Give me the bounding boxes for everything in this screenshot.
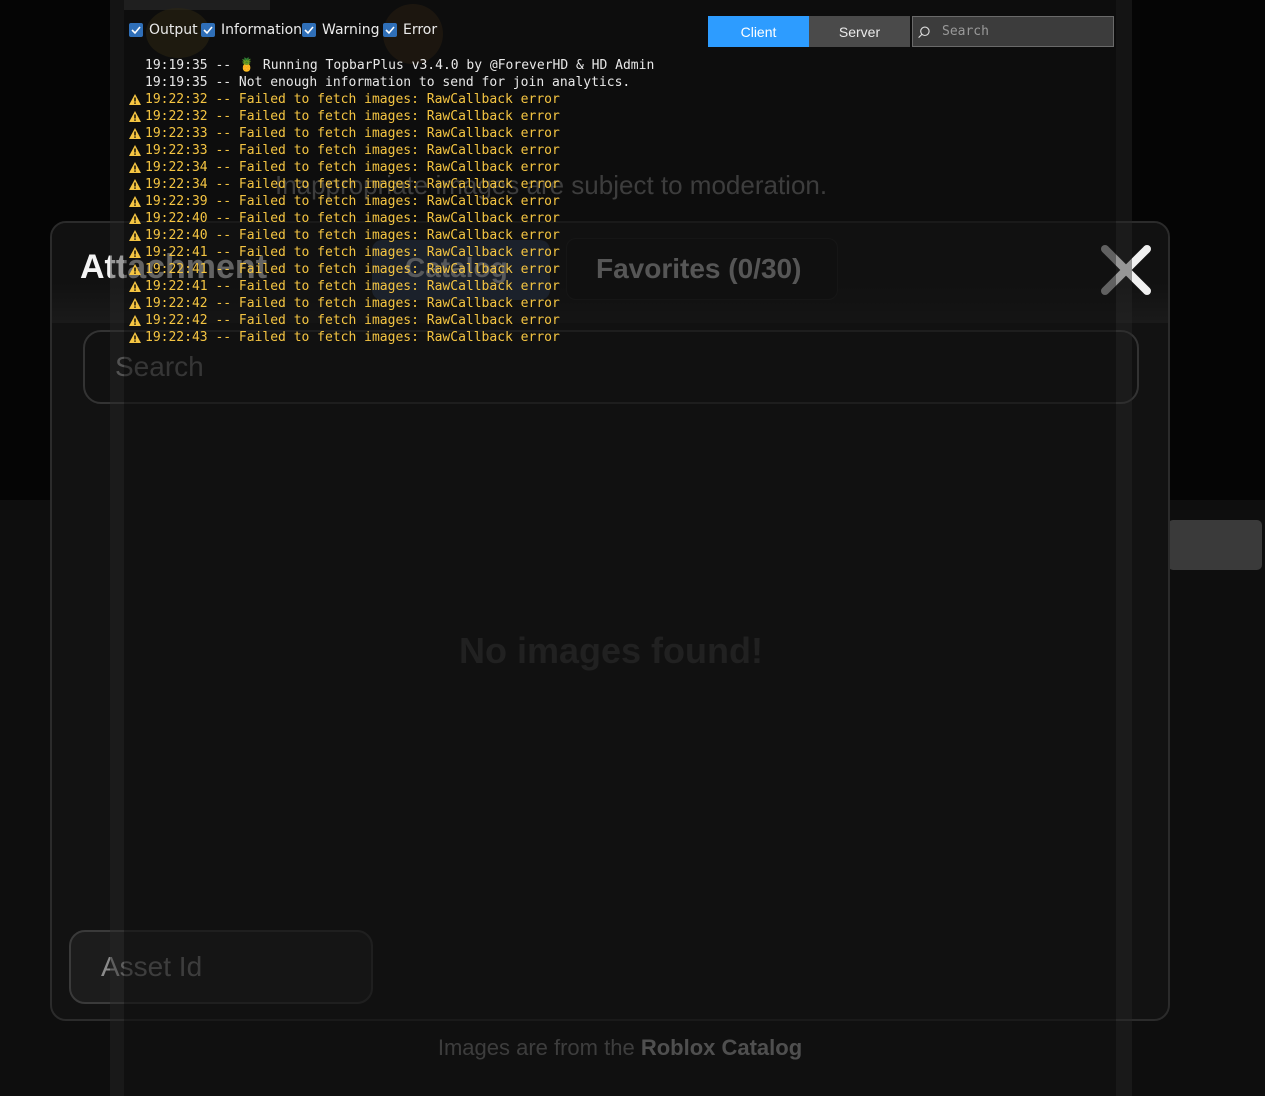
log-line: 19:22:42 -- Failed to fetch images: RawC… bbox=[128, 295, 1028, 312]
log-line: 19:22:42 -- Failed to fetch images: RawC… bbox=[128, 312, 1028, 329]
console-search-input[interactable] bbox=[934, 23, 1113, 40]
warning-icon bbox=[128, 227, 145, 244]
warning-icon bbox=[128, 176, 145, 193]
warning-icon bbox=[128, 91, 145, 108]
log-text: 19:22:34 -- Failed to fetch images: RawC… bbox=[145, 160, 560, 175]
checkbox-checked-icon[interactable] bbox=[383, 23, 397, 37]
warning-icon bbox=[128, 329, 145, 346]
console-log: 19:19:35 -- 🍍 Running TopbarPlus v3.4.0 … bbox=[128, 57, 1028, 346]
warning-icon bbox=[128, 312, 145, 329]
warning-icon bbox=[128, 193, 145, 210]
log-text: 19:22:32 -- Failed to fetch images: RawC… bbox=[145, 92, 560, 107]
log-line: 19:22:40 -- Failed to fetch images: RawC… bbox=[128, 227, 1028, 244]
log-text: 19:22:33 -- Failed to fetch images: RawC… bbox=[145, 126, 560, 141]
log-text: 19:22:39 -- Failed to fetch images: RawC… bbox=[145, 194, 560, 209]
log-indent bbox=[128, 74, 145, 91]
log-text: 19:22:33 -- Failed to fetch images: RawC… bbox=[145, 143, 560, 158]
filter-output[interactable]: Output bbox=[129, 22, 198, 38]
checkbox-checked-icon[interactable] bbox=[129, 23, 143, 37]
log-line: 19:22:40 -- Failed to fetch images: RawC… bbox=[128, 210, 1028, 227]
log-line: 19:22:34 -- Failed to fetch images: RawC… bbox=[128, 176, 1028, 193]
client-button[interactable]: Client bbox=[708, 16, 809, 47]
console-search[interactable] bbox=[912, 16, 1114, 47]
log-line: 19:19:35 -- Not enough information to se… bbox=[128, 74, 1028, 91]
log-line: 19:22:39 -- Failed to fetch images: RawC… bbox=[128, 193, 1028, 210]
log-line: 19:22:33 -- Failed to fetch images: RawC… bbox=[128, 125, 1028, 142]
log-line: 19:22:32 -- Failed to fetch images: RawC… bbox=[128, 108, 1028, 125]
log-text: 19:22:42 -- Failed to fetch images: RawC… bbox=[145, 296, 560, 311]
log-line: 19:22:41 -- Failed to fetch images: RawC… bbox=[128, 278, 1028, 295]
warning-icon bbox=[128, 142, 145, 159]
warning-icon bbox=[128, 159, 145, 176]
warning-icon bbox=[128, 295, 145, 312]
checkbox-checked-icon[interactable] bbox=[201, 23, 215, 37]
log-text: 19:19:35 -- Not enough information to se… bbox=[145, 75, 631, 90]
log-text: 19:22:32 -- Failed to fetch images: RawC… bbox=[145, 109, 560, 124]
filter-warning[interactable]: Warning bbox=[302, 22, 380, 38]
log-line: 19:22:33 -- Failed to fetch images: RawC… bbox=[128, 142, 1028, 159]
warning-icon bbox=[128, 108, 145, 125]
log-line: 19:22:41 -- Failed to fetch images: RawC… bbox=[128, 261, 1028, 278]
log-line: 19:22:34 -- Failed to fetch images: RawC… bbox=[128, 159, 1028, 176]
filter-label: Output bbox=[149, 22, 198, 38]
filter-label: Warning bbox=[322, 22, 380, 38]
warning-icon bbox=[128, 210, 145, 227]
log-text: 19:19:35 -- 🍍 Running TopbarPlus v3.4.0 … bbox=[145, 58, 655, 73]
warning-icon bbox=[128, 261, 145, 278]
log-text: 19:22:34 -- Failed to fetch images: RawC… bbox=[145, 177, 560, 192]
checkbox-checked-icon[interactable] bbox=[302, 23, 316, 37]
log-text: 19:22:42 -- Failed to fetch images: RawC… bbox=[145, 313, 560, 328]
filter-label: Information bbox=[221, 22, 303, 38]
filter-error[interactable]: Error bbox=[383, 22, 437, 38]
filter-information[interactable]: Information bbox=[201, 22, 302, 38]
log-text: 19:22:41 -- Failed to fetch images: RawC… bbox=[145, 279, 560, 294]
log-indent bbox=[128, 57, 145, 74]
log-line: 19:22:32 -- Failed to fetch images: RawC… bbox=[128, 91, 1028, 108]
log-text: 19:22:40 -- Failed to fetch images: RawC… bbox=[145, 228, 560, 243]
warning-icon bbox=[128, 244, 145, 261]
search-icon bbox=[918, 26, 930, 38]
warning-icon bbox=[128, 278, 145, 295]
log-text: 19:22:41 -- Failed to fetch images: RawC… bbox=[145, 245, 560, 260]
filter-label: Error bbox=[403, 22, 438, 38]
warning-icon bbox=[128, 125, 145, 142]
side-panel-button[interactable] bbox=[1168, 520, 1262, 570]
server-button[interactable]: Server bbox=[809, 16, 910, 47]
log-text: 19:22:40 -- Failed to fetch images: RawC… bbox=[145, 211, 560, 226]
log-line: 19:22:43 -- Failed to fetch images: RawC… bbox=[128, 329, 1028, 346]
log-text: 19:22:41 -- Failed to fetch images: RawC… bbox=[145, 262, 560, 277]
log-text: 19:22:43 -- Failed to fetch images: RawC… bbox=[145, 330, 560, 345]
log-line: 19:22:41 -- Failed to fetch images: RawC… bbox=[128, 244, 1028, 261]
log-line: 19:19:35 -- 🍍 Running TopbarPlus v3.4.0 … bbox=[128, 57, 1028, 74]
